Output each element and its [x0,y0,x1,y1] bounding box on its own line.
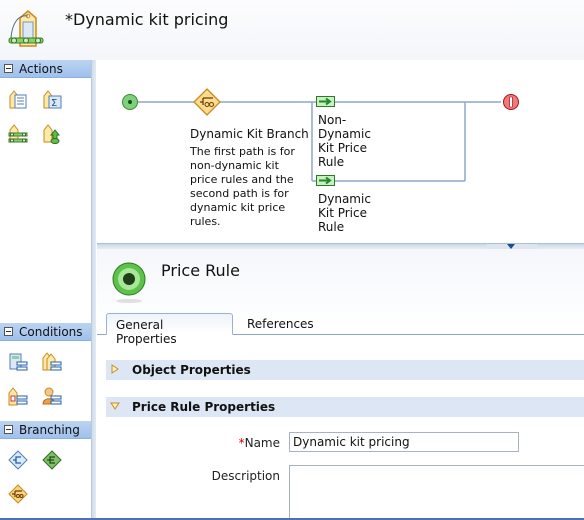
path-label-line: Dynamic [318,127,371,141]
drawer-branching-header[interactable]: Branching [0,421,91,439]
drawer-label: Actions [19,61,63,76]
condition-customer-icon[interactable] [41,385,63,407]
branch-green-icon[interactable] [41,449,63,471]
path-label-line: Rule [318,220,345,234]
condition-catalog-icon[interactable] [7,351,29,373]
name-label-text: Name [244,436,280,450]
action-upload-icon[interactable] [41,122,63,144]
properties-tabs: General Properties References [97,313,584,346]
price-rule-editor: *Dynamic kit pricing Actions Σ Condition… [0,0,584,520]
start-node-icon[interactable] [121,93,139,111]
tab-general-properties[interactable]: General Properties [106,313,233,346]
editor-title: *Dynamic kit pricing [65,10,229,29]
section-label: Price Rule Properties [132,400,276,414]
path-arrow-icon[interactable] [316,175,335,186]
expand-icon[interactable] [110,363,122,377]
path-label-non-dynamic[interactable]: Non- Dynamic Kit Price Rule [318,113,371,169]
section-object-properties[interactable]: Object Properties [106,360,584,380]
description-line: The first path is for [190,145,295,158]
description-line: rules. [190,215,221,228]
branch-label: Dynamic Kit Branch [190,127,309,141]
collapse-icon[interactable] [110,400,122,414]
name-label: *Name [217,436,280,450]
branch-description: The first path is for non-dynamic kit pr… [190,145,295,229]
description-label: Description [211,469,280,483]
collapse-icon[interactable] [4,327,13,336]
collapse-icon[interactable] [4,425,13,434]
branch-blue-icon[interactable] [7,449,29,471]
section-label: Object Properties [132,363,251,377]
end-node-icon[interactable] [502,93,520,111]
palette: Actions Σ Conditions Branching [0,60,91,518]
condition-tags-icon[interactable] [41,351,63,373]
path-label-dynamic[interactable]: Dynamic Kit Price Rule [318,192,371,234]
path-arrow-icon[interactable] [316,96,335,107]
description-textarea[interactable] [289,465,584,520]
action-sum-icon[interactable]: Σ [41,88,63,110]
action-kit-icon[interactable] [7,122,29,144]
drawer-branching: Branching [0,421,91,439]
drawer-actions: Actions [0,60,91,78]
branch-kit-icon[interactable] [7,483,29,505]
flow-canvas: Dynamic Kit Branch The first path is for… [97,60,584,244]
action-list-icon[interactable] [7,88,29,110]
section-price-rule-properties[interactable]: Price Rule Properties [106,397,584,417]
path-label-line: Rule [318,155,345,169]
path-label-line: Non- [318,113,347,127]
description-line: non-dynamic kit [190,159,279,172]
name-input[interactable] [289,432,519,452]
drawer-conditions-header[interactable]: Conditions [0,323,91,341]
collapse-icon[interactable] [4,64,13,73]
description-line: price rules and the [190,173,294,186]
price-rule-icon [112,262,146,303]
description-line: second path is for [190,187,289,200]
price-rule-tag-icon [8,10,44,47]
tab-references[interactable]: References [238,313,323,335]
description-line: dynamic kit price [190,201,286,214]
path-label-line: Dynamic [318,192,371,206]
condition-list-icon[interactable] [7,385,29,407]
path-label-line: Kit Price [318,141,367,155]
drawer-conditions: Conditions [0,323,91,341]
path-label-line: Kit Price [318,206,367,220]
editor-header: *Dynamic kit pricing [0,0,584,60]
properties-panel: Price Rule General Properties References… [97,249,584,520]
properties-title: Price Rule [161,261,240,280]
dynamic-kit-branch-icon[interactable] [193,88,221,116]
palette-resize-handle[interactable] [91,60,96,518]
svg-text:Σ: Σ [51,98,57,109]
drawer-actions-header[interactable]: Actions [0,60,91,78]
drawer-label: Conditions [19,324,83,339]
drawer-label: Branching [19,422,80,437]
